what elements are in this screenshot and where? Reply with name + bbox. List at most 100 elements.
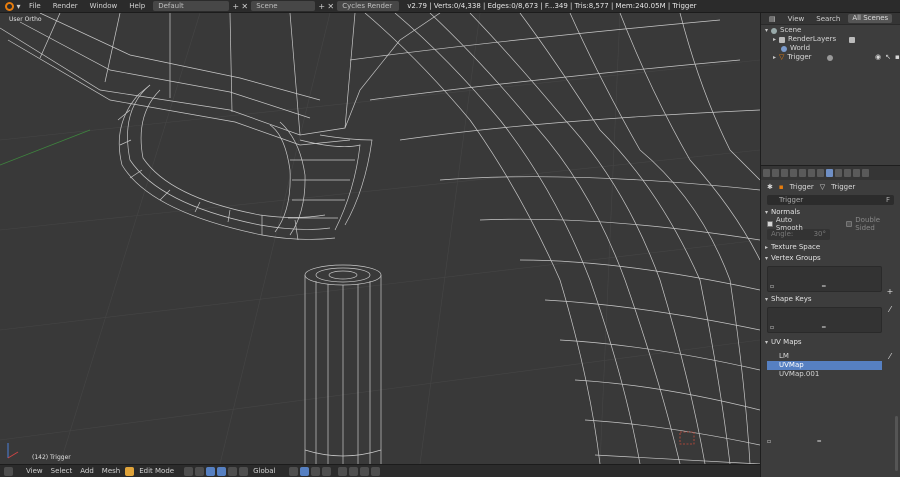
list-filter-icon[interactable]: ▫ <box>767 438 771 445</box>
scene-selector[interactable]: Scene <box>251 1 316 11</box>
menu-render[interactable]: Render <box>47 0 84 13</box>
limit-selection-icon[interactable] <box>322 466 332 476</box>
snap-icon[interactable] <box>349 466 359 476</box>
scene-tab-icon[interactable] <box>781 169 788 177</box>
modifiers-tab-icon[interactable] <box>817 169 824 177</box>
mesh-name-field[interactable]: Trigger F <box>767 195 894 205</box>
fake-user-button[interactable]: F <box>886 195 890 205</box>
double-sided-checkbox[interactable] <box>846 220 853 227</box>
vertex-groups-list[interactable]: ▫ ═ <box>767 266 882 292</box>
breadcrumb-object: Trigger <box>789 182 814 191</box>
world-icon <box>781 45 787 52</box>
blender-logo-icon[interactable] <box>5 1 14 11</box>
breadcrumb: ✱ ▪ Trigger ▽ Trigger <box>761 180 900 193</box>
mode-selector[interactable]: Edit Mode <box>135 465 178 477</box>
material-tab-icon[interactable] <box>835 169 842 177</box>
outliner-row-world[interactable]: World <box>781 44 810 53</box>
menu-file[interactable]: File <box>23 0 47 13</box>
snap-target-icon[interactable] <box>360 466 370 476</box>
outliner-menu-search[interactable]: Search <box>812 13 844 25</box>
list-resize-handle[interactable]: ═ <box>822 324 826 331</box>
outliner: ▤ View Search All Scenes ▾ Scene ▸ Rende… <box>760 13 900 165</box>
add-vertex-group-button[interactable]: + <box>886 288 894 296</box>
uv-map-item-lm[interactable]: LM <box>767 352 882 361</box>
object-tab-icon[interactable] <box>799 169 806 177</box>
menu-mesh[interactable]: Mesh <box>98 465 124 477</box>
properties-scrollbar[interactable] <box>895 416 898 471</box>
face-select-icon[interactable] <box>311 466 321 476</box>
texture-tab-icon[interactable] <box>844 169 851 177</box>
translate-icon[interactable] <box>217 466 227 476</box>
layout-selector[interactable]: Default <box>153 1 230 11</box>
editor-type-icon[interactable] <box>4 466 13 476</box>
uv-map-name: UVMap <box>779 361 804 369</box>
list-resize-handle[interactable]: ═ <box>817 438 821 445</box>
render-camera-icon[interactable]: ▪ <box>895 53 900 62</box>
double-sided-label: Double Sided <box>855 215 881 232</box>
layers-tab-icon[interactable] <box>772 169 779 177</box>
outliner-editor-icon[interactable]: ▤ <box>765 13 780 25</box>
world-tab-icon[interactable] <box>790 169 797 177</box>
render-engine-selector[interactable]: Cycles Render <box>337 1 400 11</box>
panel-vertex-groups-header[interactable]: ▾ Vertex Groups <box>761 253 900 264</box>
chevron-down-icon[interactable]: ▾ <box>14 2 23 11</box>
outliner-row-scene[interactable]: ▾ Scene <box>765 26 801 35</box>
list-resize-handle[interactable]: ═ <box>822 283 826 290</box>
pivot-icon[interactable] <box>195 466 205 476</box>
display-mode-selector[interactable]: All Scenes <box>848 14 893 23</box>
orientation-selector[interactable]: Global <box>249 465 279 477</box>
selectable-cursor-icon[interactable]: ↖ <box>885 53 891 62</box>
properties-editor: ✱ ▪ Trigger ▽ Trigger Trigger F ▾ Normals… <box>760 165 900 477</box>
uv-map-item-uvmap-001[interactable]: UVMap.001 <box>767 370 882 379</box>
panel-title: UV Maps <box>771 338 802 346</box>
pin-icon[interactable]: ✱ <box>767 183 773 191</box>
data-tab-icon[interactable] <box>826 169 833 177</box>
outliner-menu-view[interactable]: View <box>784 13 809 25</box>
uv-map-name: LM <box>779 352 789 360</box>
render-engine-name: Cycles Render <box>342 2 393 10</box>
list-filter-icon[interactable]: ▫ <box>770 324 774 331</box>
outliner-row-label: Trigger <box>787 53 812 61</box>
panel-shape-keys-header[interactable]: ▾ Shape Keys <box>761 294 900 305</box>
visibility-eye-icon[interactable]: ◉ <box>875 53 881 62</box>
outliner-row-trigger[interactable]: ▸ ▽ Trigger <box>773 53 833 62</box>
menu-window[interactable]: Window <box>84 0 124 13</box>
rotate-icon[interactable] <box>228 466 238 476</box>
panel-texture-space-header[interactable]: ▸ Texture Space <box>761 242 900 253</box>
proportional-edit-icon[interactable] <box>338 466 348 476</box>
render-preview-icon[interactable] <box>371 466 381 476</box>
close-layout-icon[interactable]: ✕ <box>240 2 249 11</box>
add-layout-icon[interactable]: + <box>231 2 240 11</box>
panel-title: Texture Space <box>771 243 821 251</box>
close-scene-icon[interactable]: ✕ <box>326 2 335 11</box>
menu-view[interactable]: View <box>22 465 47 477</box>
scale-icon[interactable] <box>239 466 249 476</box>
outliner-row-renderlayers[interactable]: ▸ RenderLayers <box>773 35 856 44</box>
angle-value: 30° <box>813 230 826 238</box>
manipulator-icon[interactable] <box>206 466 216 476</box>
shading-icon[interactable] <box>184 466 194 476</box>
shape-keys-list[interactable]: ▫ ═ <box>767 307 882 333</box>
add-scene-icon[interactable]: + <box>317 2 326 11</box>
edge-select-icon[interactable] <box>300 466 310 476</box>
uv-maps-list-body <box>767 379 882 437</box>
uv-maps-list: LM UVMap UVMap.001 ▫ ═ <box>767 352 882 445</box>
edit-mode-icon <box>125 466 135 476</box>
menu-help[interactable]: Help <box>123 0 151 13</box>
menu-add[interactable]: Add <box>76 465 98 477</box>
constraints-tab-icon[interactable] <box>808 169 815 177</box>
physics-tab-icon[interactable] <box>862 169 869 177</box>
vertex-group-menu-button[interactable]: ⁄ <box>886 306 894 314</box>
shape-key-menu-button[interactable]: ⁄ <box>886 353 894 361</box>
list-filter-icon[interactable]: ▫ <box>770 283 774 290</box>
menu-select[interactable]: Select <box>47 465 77 477</box>
particles-tab-icon[interactable] <box>853 169 860 177</box>
render-tab-icon[interactable] <box>763 169 770 177</box>
auto-smooth-checkbox[interactable] <box>767 220 773 227</box>
vertex-select-icon[interactable] <box>289 466 299 476</box>
mesh-data-icon: ▽ <box>819 182 826 191</box>
uv-map-item-uvmap[interactable]: UVMap <box>767 361 882 370</box>
renderlayers-icon <box>779 36 786 43</box>
3d-viewport[interactable]: User Ortho (142) Trigger <box>0 13 760 464</box>
panel-uv-maps-header[interactable]: ▾ UV Maps <box>761 337 900 348</box>
